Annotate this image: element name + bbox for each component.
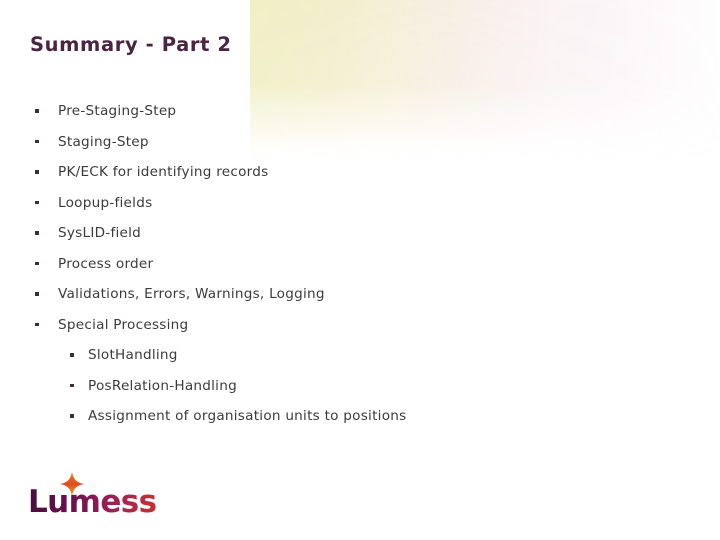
bullet-dot-icon <box>70 383 74 388</box>
sub-list-item-label: SlotHandling <box>88 347 178 363</box>
list-item: Process order <box>0 249 660 280</box>
bullet-dot-icon <box>35 139 39 144</box>
list-item-label: PK/ECK for identifying records <box>58 164 269 180</box>
list-item: Pre-Staging-Step <box>0 96 660 127</box>
bullet-dot-icon <box>35 231 39 235</box>
bullet-dot-icon <box>35 322 39 327</box>
lumesse-logo: Lumesse <box>28 470 158 518</box>
list-item-label: Special Processing <box>58 316 189 333</box>
bullet-dot-icon <box>35 109 39 113</box>
logo-wordmark: Lumesse <box>28 484 158 518</box>
sub-list-item-label: Assignment of organisation units to posi… <box>88 408 407 424</box>
bullet-dot-icon <box>35 200 39 205</box>
list-item-label: SysLID-field <box>58 225 142 241</box>
list-item-label: Staging-Step <box>58 133 149 150</box>
bullet-dot-icon <box>35 170 39 174</box>
list-item: Staging-Step <box>0 127 660 158</box>
list-item-label: Pre-Staging-Step <box>58 103 177 119</box>
bullet-dot-icon <box>35 261 39 266</box>
bullet-dot-icon <box>70 353 74 357</box>
list-item-label: Loopup-fields <box>58 194 153 211</box>
list-item: SysLID-field <box>0 218 660 249</box>
page-title: Summary - Part 2 <box>30 33 232 56</box>
list-item: Special Processing <box>0 310 660 341</box>
list-item: Loopup-fields <box>0 188 660 219</box>
bullet-list: Pre-Staging-Step Staging-Step PK/ECK for… <box>0 96 660 432</box>
sub-list-item: PosRelation-Handling <box>0 371 660 402</box>
sub-list-item: SlotHandling <box>0 340 660 371</box>
list-item-label: Validations, Errors, Warnings, Logging <box>58 286 325 302</box>
list-item: PK/ECK for identifying records <box>0 157 660 188</box>
bullet-dot-icon <box>35 292 39 296</box>
bullet-dot-icon <box>70 414 74 418</box>
list-item: Validations, Errors, Warnings, Logging <box>0 279 660 310</box>
slide-canvas: Summary - Part 2 Pre-Staging-Step Stagin… <box>0 0 720 540</box>
sub-list-item-label: PosRelation-Handling <box>88 377 237 394</box>
sub-list-item: Assignment of organisation units to posi… <box>0 401 660 432</box>
list-item-label: Process order <box>58 255 154 272</box>
